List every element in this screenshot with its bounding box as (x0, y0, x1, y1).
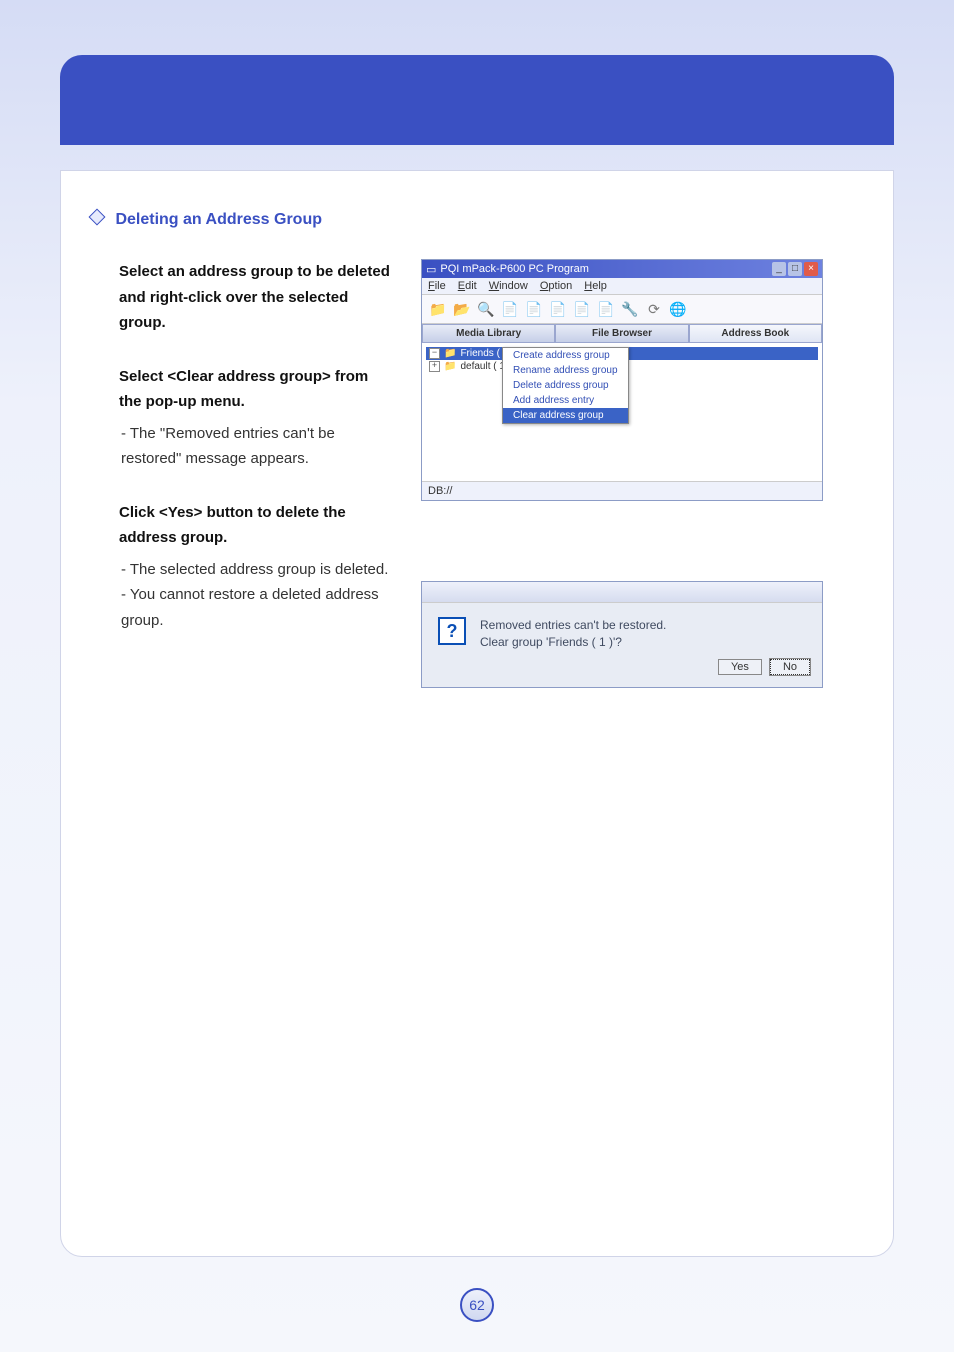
figure-column: ▭ PQI mPack-P600 PC Program _ □ × File E… (421, 259, 863, 688)
step2-detail: - The "Removed entries can't be restored… (121, 421, 391, 472)
toolbar-icon-1[interactable]: 📁 (428, 299, 448, 319)
toolbar-icon-7[interactable]: 📄 (572, 299, 592, 319)
toolbar-icon-9[interactable]: 🔧 (620, 299, 640, 319)
ctx-create[interactable]: Create address group (503, 348, 628, 363)
ctx-clear[interactable]: Clear address group (503, 408, 628, 423)
toolbar-icon-3[interactable]: 🔍 (476, 299, 496, 319)
expand-icon[interactable]: − (429, 348, 440, 359)
step3-detail1: - The selected address group is deleted. (121, 557, 391, 583)
app-window: ▭ PQI mPack-P600 PC Program _ □ × File E… (421, 259, 823, 501)
page-header-band (60, 55, 894, 145)
close-button[interactable]: × (804, 262, 818, 276)
app-icon: ▭ (426, 263, 436, 276)
folder-icon: 📁 (444, 361, 456, 372)
dialog-text: Removed entries can't be restored. Clear… (480, 617, 666, 651)
minimize-button[interactable]: _ (772, 262, 786, 276)
tree-area: − 📁 Friends ( 1 ) + 📁 default ( 1 ) Crea… (422, 343, 822, 481)
folder-icon: 📁 (444, 348, 456, 359)
step-3: Click <Yes> button to delete the address… (91, 500, 391, 634)
toolbar: 📁 📂 🔍 📄 📄 📄 📄 📄 🔧 ⟳ 🌐 (422, 294, 822, 324)
confirm-dialog: ? Removed entries can't be restored. Cle… (421, 581, 823, 688)
title-bar: ▭ PQI mPack-P600 PC Program _ □ × (422, 260, 822, 278)
step3-detail2: - You cannot restore a deleted address g… (121, 582, 391, 633)
toolbar-icon-8[interactable]: 📄 (596, 299, 616, 319)
expand-icon[interactable]: + (429, 361, 440, 372)
toolbar-icon-10[interactable]: ⟳ (644, 299, 664, 319)
dialog-body: ? Removed entries can't be restored. Cle… (422, 603, 822, 659)
tab-file-browser[interactable]: File Browser (555, 324, 688, 343)
tab-media-library[interactable]: Media Library (422, 324, 555, 343)
status-bar: DB:// (422, 481, 822, 500)
tab-address-book[interactable]: Address Book (689, 324, 822, 343)
no-button[interactable]: No (770, 659, 810, 675)
instruction-column: Select an address group to be deleted an… (91, 259, 391, 688)
maximize-button[interactable]: □ (788, 262, 802, 276)
ctx-add-entry[interactable]: Add address entry (503, 393, 628, 408)
window-controls: _ □ × (772, 262, 818, 276)
step-1: Select an address group to be deleted an… (91, 259, 391, 336)
step-2: Select <Clear address group> from the po… (91, 364, 391, 472)
menu-option[interactable]: Option (540, 280, 572, 292)
dialog-buttons: Yes No (422, 659, 822, 687)
menu-window[interactable]: Window (489, 280, 528, 292)
tab-row: Media Library File Browser Address Book (422, 324, 822, 343)
question-icon: ? (438, 617, 466, 645)
content-frame: Deleting an Address Group Select an addr… (60, 170, 894, 1257)
step2-bold: Select <Clear address group> from the po… (119, 364, 391, 415)
context-menu: Create address group Rename address grou… (502, 347, 629, 424)
toolbar-icon-2[interactable]: 📂 (452, 299, 472, 319)
toolbar-icon-5[interactable]: 📄 (524, 299, 544, 319)
section-heading: Deleting an Address Group (91, 211, 863, 229)
menu-help[interactable]: Help (584, 280, 607, 292)
toolbar-icon-4[interactable]: 📄 (500, 299, 520, 319)
app-title: PQI mPack-P600 PC Program (440, 263, 589, 275)
dialog-line1: Removed entries can't be restored. (480, 617, 666, 634)
dialog-title-bar (422, 582, 822, 603)
toolbar-icon-11[interactable]: 🌐 (668, 299, 688, 319)
yes-button[interactable]: Yes (718, 659, 762, 675)
menu-bar: File Edit Window Option Help (422, 278, 822, 294)
dialog-line2: Clear group 'Friends ( 1 )'? (480, 634, 666, 651)
page-number: 62 (460, 1288, 494, 1322)
ctx-delete[interactable]: Delete address group (503, 378, 628, 393)
diamond-bullet-icon (89, 209, 106, 226)
toolbar-icon-6[interactable]: 📄 (548, 299, 568, 319)
heading-text: Deleting an Address Group (115, 211, 322, 228)
step1-bold: Select an address group to be deleted an… (119, 259, 391, 336)
menu-edit[interactable]: Edit (458, 280, 477, 292)
step3-bold: Click <Yes> button to delete the address… (119, 500, 391, 551)
two-column-layout: Select an address group to be deleted an… (91, 259, 863, 688)
menu-file[interactable]: File (428, 280, 446, 292)
ctx-rename[interactable]: Rename address group (503, 363, 628, 378)
